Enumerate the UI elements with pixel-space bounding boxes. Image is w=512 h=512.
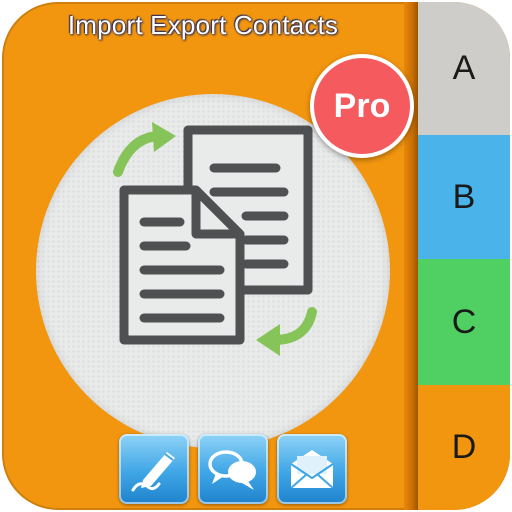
tab-d[interactable]: D (418, 385, 510, 510)
tab-d-label: D (451, 428, 477, 466)
chat-bubbles-icon (208, 450, 256, 490)
tab-a[interactable]: A (418, 2, 510, 137)
chat-button[interactable] (198, 434, 268, 504)
app-title: Import Export Contacts (67, 10, 339, 40)
mail-button[interactable] (277, 434, 347, 504)
mail-envelope-icon (290, 450, 334, 489)
green-arrow-icon (256, 307, 317, 356)
tab-b[interactable]: B (418, 135, 510, 261)
tab-a-label: A (452, 49, 476, 87)
app-icon[interactable]: A B C D Import Export Contacts Pro (2, 2, 510, 510)
pro-badge-label: Pro (333, 86, 391, 125)
front-document-icon (119, 185, 245, 345)
tab-c[interactable]: C (418, 259, 510, 387)
pro-badge: Pro (310, 54, 414, 158)
green-arrow-icon (113, 122, 176, 177)
tab-c-label: C (451, 302, 477, 341)
tab-b-label: B (452, 177, 476, 216)
edit-button[interactable] (119, 434, 189, 504)
pen-edit-icon (131, 452, 175, 492)
